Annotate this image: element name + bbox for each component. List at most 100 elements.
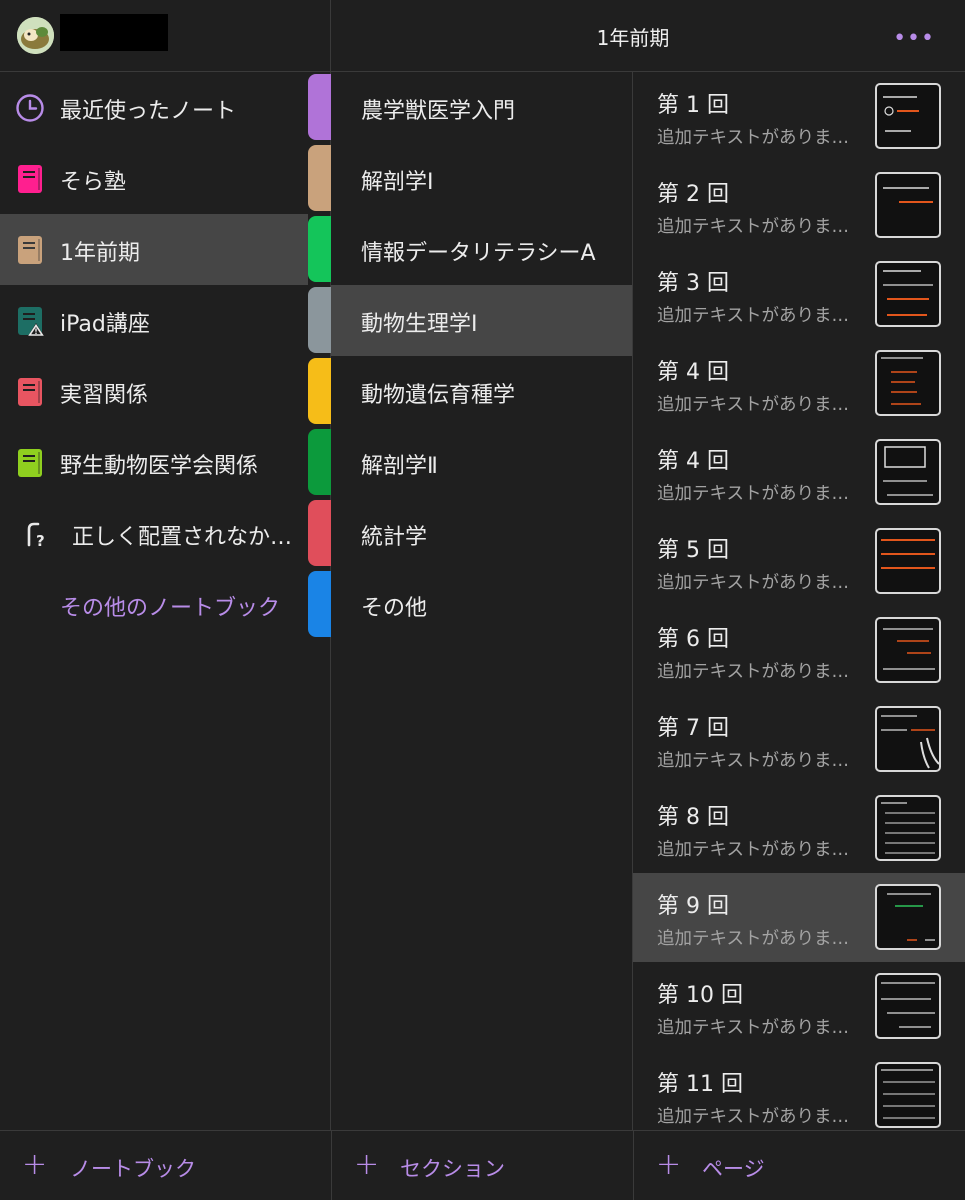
section-item[interactable]: その他 — [331, 569, 632, 640]
page-thumbnail — [875, 83, 941, 149]
page-item[interactable]: 第 6 回 追加テキストがありま… — [633, 606, 965, 695]
page-item-subtitle: 追加テキストがありま… — [657, 929, 849, 949]
page-item[interactable]: 第 7 回 追加テキストがありま… — [633, 695, 965, 784]
section-item[interactable]: 情報データリテラシーA — [331, 214, 632, 285]
other-notebooks-link[interactable]: その他のノートブック — [0, 569, 308, 640]
notebook-icon — [18, 449, 42, 477]
notebook-item-practicum[interactable]: 実習関係 — [0, 356, 308, 427]
page-item[interactable]: 第 8 回 追加テキストがありま… — [633, 784, 965, 873]
notebook-item-1st-semester[interactable]: 1年前期 — [0, 214, 308, 285]
avatar[interactable] — [17, 17, 54, 54]
notebook-label: 正しく配置されなか… — [72, 525, 293, 550]
notebook-label: 1年前期 — [60, 241, 140, 266]
add-section-button[interactable]: + セクション — [332, 1131, 633, 1200]
top-bar: 1年前期 ••• — [0, 0, 965, 72]
page-item-title: 第 1 回 — [657, 93, 729, 118]
notebook-label: そら塾 — [60, 170, 127, 195]
page-thumbnail — [875, 350, 941, 416]
section-item[interactable]: 統計学 — [331, 498, 632, 569]
notebook-item-misplaced-sections[interactable]: ? 正しく配置されなか… — [0, 498, 308, 569]
plus-icon: + — [656, 1147, 682, 1182]
more-options-icon[interactable]: ••• — [893, 26, 935, 51]
notebook-label: iPad講座 — [60, 312, 150, 337]
add-section-label: セクション — [400, 1157, 505, 1181]
section-label: 解剖学Ⅰ — [361, 170, 434, 195]
page-item-title: 第 9 回 — [657, 894, 729, 919]
redacted-account-name — [60, 14, 168, 51]
page-item-title: 第 4 回 — [657, 360, 729, 385]
page-thumbnail — [875, 706, 941, 772]
section-tab-5[interactable] — [308, 429, 331, 495]
page-item-subtitle: 追加テキストがありま… — [657, 395, 849, 415]
section-item-selected[interactable]: 動物生理学Ⅰ — [331, 285, 632, 356]
page-item[interactable]: 第 3 回 追加テキストがありま… — [633, 250, 965, 339]
page-item-subtitle: 追加テキストがありま… — [657, 306, 849, 326]
section-item[interactable]: 農学獣医学入門 — [331, 72, 632, 143]
page-thumbnail — [875, 261, 941, 327]
plus-icon: + — [354, 1147, 380, 1182]
notebook-icon — [18, 378, 42, 406]
page-thumbnail — [875, 172, 941, 238]
page-item-selected[interactable]: 第 9 回 追加テキストがありま… — [633, 873, 965, 962]
page-item-subtitle: 追加テキストがありま… — [657, 1107, 849, 1127]
section-item[interactable]: 解剖学Ⅰ — [331, 143, 632, 214]
page-item-subtitle: 追加テキストがありま… — [657, 217, 849, 237]
page-item-title: 第 8 回 — [657, 805, 729, 830]
notebook-label: 野生動物医学会関係 — [60, 454, 259, 479]
page-item-subtitle: 追加テキストがありま… — [657, 484, 849, 504]
page-item[interactable]: 第 1 回 追加テキストがありま… — [633, 72, 965, 161]
section-label: その他 — [361, 596, 428, 621]
add-notebook-label: ノートブック — [70, 1157, 196, 1181]
other-notebooks-label: その他のノートブック — [60, 596, 281, 621]
page-item-title: 第 4 回 — [657, 449, 729, 474]
page-item[interactable]: 第 5 回 追加テキストがありま… — [633, 517, 965, 606]
page-item[interactable]: 第 2 回 追加テキストがありま… — [633, 161, 965, 250]
page-item-subtitle: 追加テキストがありま… — [657, 662, 849, 682]
page-item[interactable]: 第 10 回 追加テキストがありま… — [633, 962, 965, 1051]
page-item[interactable]: 第 4 回 追加テキストがありま… — [633, 339, 965, 428]
section-label: 動物遺伝育種学 — [361, 383, 516, 408]
page-thumbnail — [875, 617, 941, 683]
section-label: 情報データリテラシーA — [361, 241, 596, 266]
page-item-title: 第 10 回 — [657, 983, 743, 1008]
section-tab-2[interactable] — [308, 216, 331, 282]
add-notebook-button[interactable]: + ノートブック — [0, 1131, 331, 1200]
misplaced-section-icon: ? — [27, 522, 45, 549]
add-page-label: ページ — [702, 1157, 765, 1181]
section-item[interactable]: 解剖学Ⅱ — [331, 427, 632, 498]
page-item-title: 第 2 回 — [657, 182, 729, 207]
section-tab-3[interactable] — [308, 287, 331, 353]
section-list: 農学獣医学入門 解剖学Ⅰ 情報データリテラシーA 動物生理学Ⅰ 動物遺伝育種学 … — [331, 72, 633, 1130]
section-tab-6[interactable] — [308, 500, 331, 566]
page-item[interactable]: 第 11 回 追加テキストがありま… — [633, 1051, 965, 1140]
section-tab-7[interactable] — [308, 571, 331, 637]
page-thumbnail — [875, 884, 941, 950]
add-page-button[interactable]: + ページ — [634, 1131, 965, 1200]
section-item[interactable]: 動物遺伝育種学 — [331, 356, 632, 427]
page-item[interactable]: 第 4 回 追加テキストがありま… — [633, 428, 965, 517]
notebook-icon — [18, 236, 42, 264]
section-tab-1[interactable] — [308, 145, 331, 211]
page-item-subtitle: 追加テキストがありま… — [657, 573, 849, 593]
page-thumbnail — [875, 439, 941, 505]
page-list: 第 1 回 追加テキストがありま… 第 2 回 追加テキストがありま… 第 3 … — [633, 72, 965, 1130]
notebook-label: 実習関係 — [60, 383, 149, 408]
section-tab-4[interactable] — [308, 358, 331, 424]
svg-text:?: ? — [36, 532, 45, 549]
section-tab-0[interactable] — [308, 74, 331, 140]
page-title: 1年前期 — [596, 26, 670, 50]
notebook-list: 最近使ったノート そら塾 1年前期 iPad講座 実習関係 野生動物医学会関係 … — [0, 72, 331, 1130]
page-item-subtitle: 追加テキストがありま… — [657, 751, 849, 771]
notebook-label: 最近使ったノート — [60, 99, 237, 124]
notebook-item-recent[interactable]: 最近使ったノート — [0, 72, 308, 143]
notebook-item-wildlife-society[interactable]: 野生動物医学会関係 — [0, 427, 308, 498]
notebook-item-ipad-course[interactable]: iPad講座 — [0, 285, 308, 356]
bottom-toolbar: + ノートブック + セクション + ページ — [0, 1130, 965, 1200]
notebook-warning-icon — [18, 307, 44, 336]
notebook-item-sorajuku[interactable]: そら塾 — [0, 143, 308, 214]
page-thumbnail — [875, 973, 941, 1039]
page-thumbnail — [875, 795, 941, 861]
section-label: 農学獣医学入門 — [361, 99, 516, 124]
page-item-title: 第 11 回 — [657, 1072, 743, 1097]
clock-icon — [16, 94, 44, 122]
